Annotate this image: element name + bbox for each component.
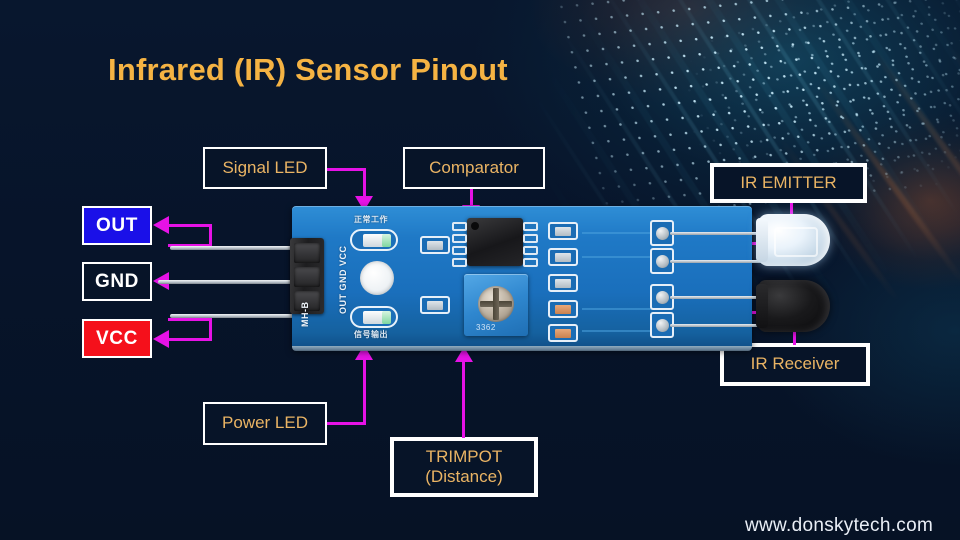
power-led [350,306,398,328]
ir-emitter-flange [756,218,768,262]
smd-resistor-4-body [555,305,571,314]
trimpot-potentiometer[interactable]: 3362 [464,274,528,336]
pcb-trace-2 [582,256,652,258]
ir-emitter-die [774,227,818,257]
solder-joint-4 [656,319,669,332]
callout-trimpot-label-line1: TRIMPOT [425,446,503,466]
ir-receiver-leg-1 [670,296,762,299]
callout-trimpot-label-line2: (Distance) [425,467,503,486]
callout-comparator[interactable]: Comparator [403,147,545,189]
smd-resistor-3-body [555,279,571,288]
ic-pad-6 [523,246,538,255]
connector-signal-led-horizontal [327,168,366,171]
ic-pad-5 [523,258,538,267]
smd-resistor-3 [548,274,578,292]
infographic-canvas: Infrared (IR) Sensor Pinout OUT GND VCC … [0,0,960,540]
solder-joint-3 [656,291,669,304]
silkscreen-bottom-marking: 信号输出 [354,330,388,339]
solder-joint-2 [656,255,669,268]
smd-resistor-2 [548,248,578,266]
pin-wire-vcc [170,314,294,318]
ir-emitter-led [756,214,830,266]
pcb-edge [292,346,752,351]
comparator-ic [467,218,523,266]
trimpot-slot-vertical [493,288,499,320]
signal-led-cathode [382,234,391,247]
callout-comparator-label: Comparator [429,157,519,177]
trimpot-dial[interactable] [478,286,514,322]
trimpot-marking: 3362 [476,323,496,332]
ic-pad-7 [523,234,538,243]
pin-label-vcc: VCC [96,327,138,349]
callout-signal-led[interactable]: Signal LED [203,147,327,189]
ir-receiver-flange [756,284,768,328]
smd-resistor-a-body [427,241,443,250]
connector-power-led-horizontal [327,422,366,425]
pin-label-gnd: GND [94,270,140,292]
connector-power-led-vertical [363,360,366,424]
pin-header-socket-out [294,243,320,263]
ic-pad-2 [452,234,467,243]
callout-signal-led-label: Signal LED [222,157,308,177]
pcb-trace-3 [582,308,652,310]
callout-ir-receiver-label: IR Receiver [750,354,840,374]
mounting-hole [360,261,394,295]
callout-power-led-label: Power LED [222,413,308,433]
ir-receiver-led [756,280,830,332]
pin-wire-gnd [158,280,294,284]
smd-resistor-5 [548,324,578,342]
ir-receiver-leg-2 [670,324,762,327]
ic-pad-1 [452,222,467,231]
pin-wire-out [170,246,294,250]
power-led-cathode [382,311,391,324]
ir-emitter-leg-2 [670,260,762,263]
silkscreen-model: MH-B [300,301,310,328]
site-watermark: www.donskytech.com [745,515,934,536]
smd-resistor-b-body [427,301,443,310]
comparator-ic-notch [471,222,479,230]
ir-emitter-leg-1 [670,232,762,235]
pin-label-out: OUT [96,214,138,236]
ic-pad-3 [452,246,467,255]
smd-resistor-2-body [555,253,571,262]
pcb-trace-4 [582,330,652,332]
smd-resistor-a [420,236,450,254]
connector-signal-led-vertical [363,168,366,198]
silkscreen-top-marking: 正常工作 [354,215,388,224]
ir-sensor-module: OUT GND VCC MH-B 正常工作 信号输出 3362 [142,196,830,366]
pin-header-socket-gnd [294,267,320,287]
connector-trimpot-vertical [462,362,465,438]
callout-trimpot[interactable]: TRIMPOT (Distance) [390,437,538,497]
smd-resistor-1-body [555,227,571,236]
solder-joint-1 [656,227,669,240]
page-title: Infrared (IR) Sensor Pinout [108,52,508,87]
smd-resistor-1 [548,222,578,240]
smd-resistor-4 [548,300,578,318]
smd-resistor-b [420,296,450,314]
smd-resistor-5-body [555,329,571,338]
callout-power-led[interactable]: Power LED [203,402,327,445]
signal-led [350,229,398,251]
callout-ir-emitter-label: IR EMITTER [740,172,837,192]
ic-pad-4 [452,258,467,267]
ic-pad-8 [523,222,538,231]
silkscreen-pin-labels: OUT GND VCC [338,245,348,315]
pcb-trace-1 [582,232,652,234]
